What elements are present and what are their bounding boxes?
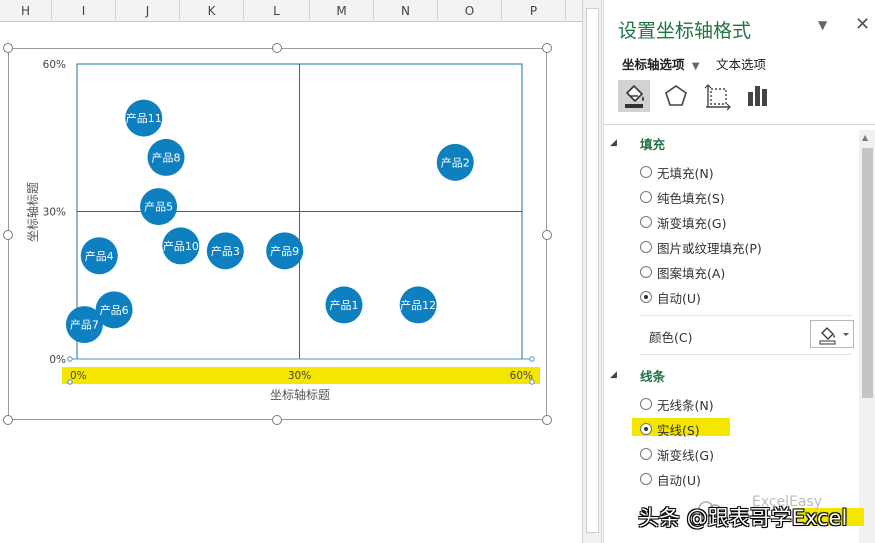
fill-collapse-icon[interactable]: ◢	[610, 138, 617, 148]
radio-icon[interactable]	[640, 216, 652, 228]
x-tick-label: 60%	[510, 370, 533, 382]
bubble-label: 产品5	[144, 200, 173, 214]
radio-icon[interactable]	[640, 448, 652, 460]
line-option-label: 渐变线(G)	[657, 448, 714, 463]
y-tick-label: 0%	[49, 354, 66, 366]
fill-separator	[640, 315, 852, 316]
radio-icon[interactable]	[640, 266, 652, 278]
pane-scrollbar[interactable]: ▲	[859, 130, 875, 543]
effects-icon[interactable]	[660, 80, 692, 112]
pane-divider	[604, 124, 875, 125]
bubble-label: 产品12	[400, 298, 436, 312]
bubble-label: 产品11	[126, 111, 162, 125]
bubble-chart: 0%30%60%0% 30% 60%坐标轴标题坐标轴标题产品11产品8 产品2产品5产…	[25, 59, 535, 402]
y-tick-label: 30%	[43, 207, 66, 219]
fill-option-label: 图案填充(A)	[657, 266, 726, 281]
tab-text-options[interactable]: 文本选项	[716, 54, 766, 73]
x-tick-label: 0%	[70, 370, 87, 382]
fill-line-icon[interactable]	[618, 80, 650, 112]
size-properties-icon[interactable]	[702, 80, 734, 112]
bubble-label: 产品1	[330, 298, 359, 312]
bubble-label: 产品9	[270, 244, 299, 258]
line-section-title[interactable]: 线条	[640, 366, 665, 385]
line-option-label: 实线(S)	[657, 423, 700, 438]
bubble-label: 产品10	[163, 239, 199, 253]
pane-options-dropdown-icon[interactable]: ▼	[818, 18, 827, 32]
radio-icon[interactable]	[640, 398, 652, 410]
watermark-text: 头条 @跟表哥学Excel	[638, 506, 848, 530]
x-axis-title: 坐标轴标题	[270, 387, 330, 402]
bubble-label: 产品2	[441, 155, 470, 169]
format-axis-pane: 设置坐标轴格式 ▼ ✕ 坐标轴选项 ▼ 文本选项 ◢ 填充 无填充(N) 纯色填充…	[603, 0, 875, 543]
tab-axis-options[interactable]: 坐标轴选项 ▼	[622, 54, 700, 73]
line-option-label: 自动(U)	[657, 473, 701, 488]
scroll-up-icon[interactable]: ▲	[862, 133, 868, 142]
paint-bucket-icon	[819, 327, 849, 345]
close-icon[interactable]: ✕	[855, 14, 870, 35]
fill-option-label: 渐变填充(G)	[657, 216, 727, 231]
radio-icon[interactable]	[640, 291, 652, 303]
axis-options-icon[interactable]	[742, 80, 774, 112]
color-label: 颜色(C)	[649, 330, 693, 345]
axis-selection-handle	[529, 356, 535, 362]
radio-icon[interactable]	[640, 473, 652, 485]
pane-title: 设置坐标轴格式	[618, 20, 752, 42]
section-separator	[640, 354, 852, 355]
x-tick-label: 30%	[288, 370, 311, 382]
fill-option-label: 无填充(N)	[657, 166, 714, 181]
bubble-label: 产品3	[211, 244, 240, 258]
axis-selection-handle	[67, 356, 73, 362]
bubble-label: 产品7	[70, 318, 99, 332]
bubble-label: 产品6	[100, 303, 129, 317]
line-collapse-icon[interactable]: ◢	[610, 370, 617, 380]
line-option-label: 无线条(N)	[657, 398, 714, 413]
radio-icon[interactable]	[640, 423, 652, 435]
fill-color-button[interactable]	[810, 320, 854, 348]
radio-icon[interactable]	[640, 166, 652, 178]
sheet-scrollbar-divider[interactable]	[582, 0, 602, 543]
fill-option-label: 自动(U)	[657, 291, 701, 306]
pane-icon-row	[618, 80, 874, 114]
tab-axis-options-label: 坐标轴选项	[622, 57, 685, 72]
radio-icon[interactable]	[640, 191, 652, 203]
watermark: ExcelEasy 头条 @跟表哥学Excel	[604, 494, 874, 538]
fill-section-title[interactable]: 填充	[640, 134, 665, 153]
fill-option-label: 纯色填充(S)	[657, 191, 725, 206]
y-axis-title: 坐标轴标题	[25, 182, 40, 242]
chevron-down-icon: ▼	[691, 61, 700, 72]
pane-scrollbar-thumb[interactable]	[862, 148, 873, 398]
sheet-scrollbar-thumb[interactable]	[586, 8, 599, 533]
radio-icon[interactable]	[640, 241, 652, 253]
bubble-label: 产品4	[85, 249, 114, 263]
fill-option-label: 图片或纹理填充(P)	[657, 241, 762, 256]
y-tick-label: 60%	[43, 59, 66, 71]
bubble-label: 产品8	[152, 150, 181, 164]
